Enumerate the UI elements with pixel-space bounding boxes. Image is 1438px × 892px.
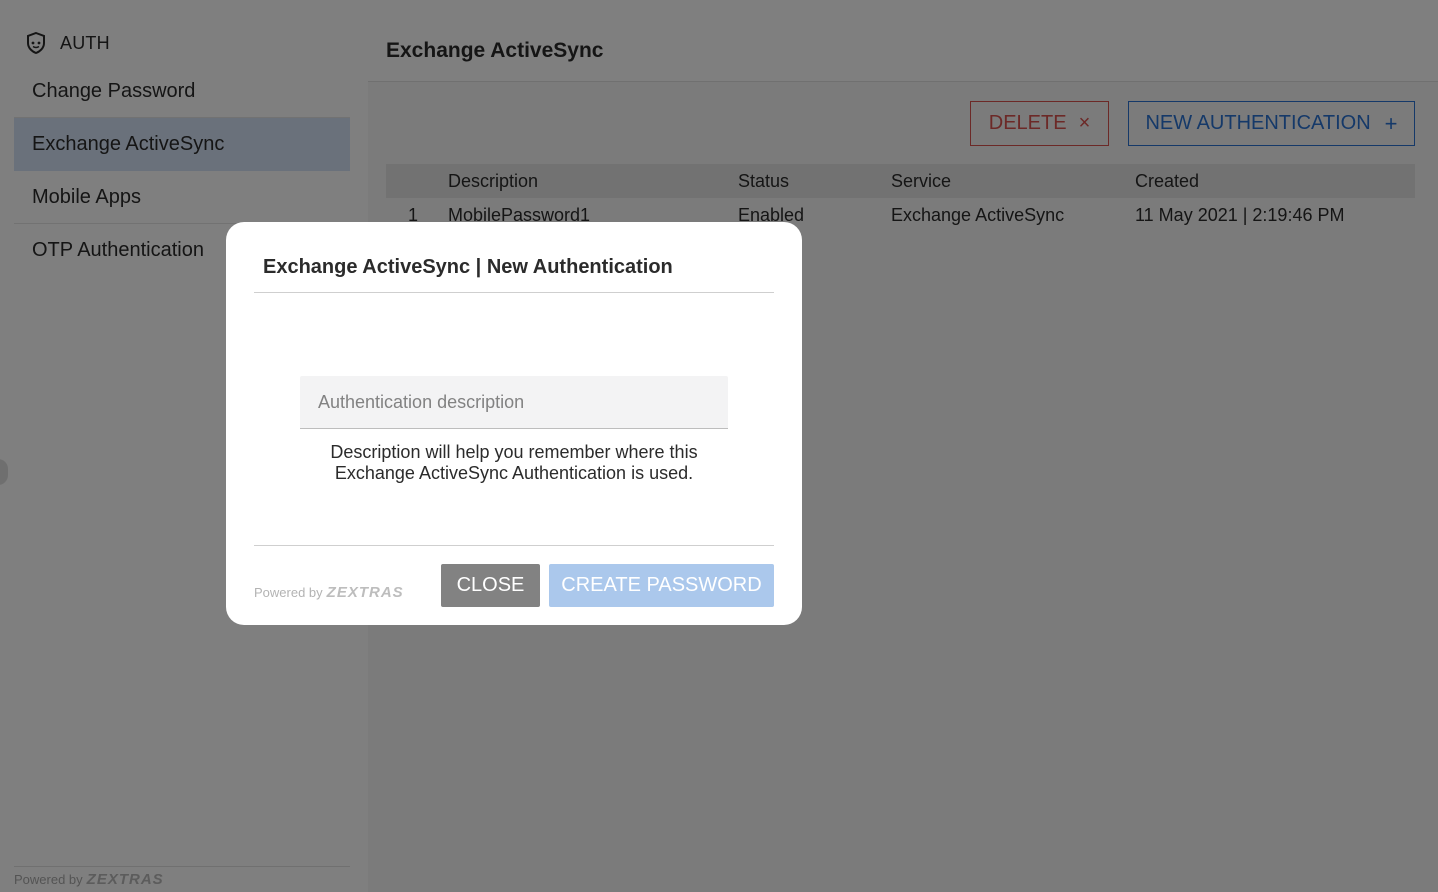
hint-line-2: Exchange ActiveSync Authentication is us… [334, 463, 694, 483]
dialog-divider [254, 545, 774, 546]
authentication-description-input[interactable] [300, 376, 728, 428]
sidebar-collapse-handle[interactable] [0, 459, 8, 485]
new-authentication-dialog: Exchange ActiveSync | New Authentication… [226, 222, 802, 625]
create-password-button[interactable]: CREATE PASSWORD [549, 564, 774, 607]
hint-line-1: Description will help you remember where… [330, 442, 698, 462]
description-hint: Description will help you remember where… [300, 442, 728, 484]
zextras-logo: ZEXTRAS [326, 584, 404, 601]
close-button[interactable]: CLOSE [441, 564, 540, 607]
dialog-title: Exchange ActiveSync | New Authentication [254, 256, 774, 293]
description-field[interactable] [300, 376, 728, 429]
dialog-powered-by: Powered by ZEXTRAS [254, 584, 404, 601]
powered-by-text: Powered by [254, 585, 323, 600]
